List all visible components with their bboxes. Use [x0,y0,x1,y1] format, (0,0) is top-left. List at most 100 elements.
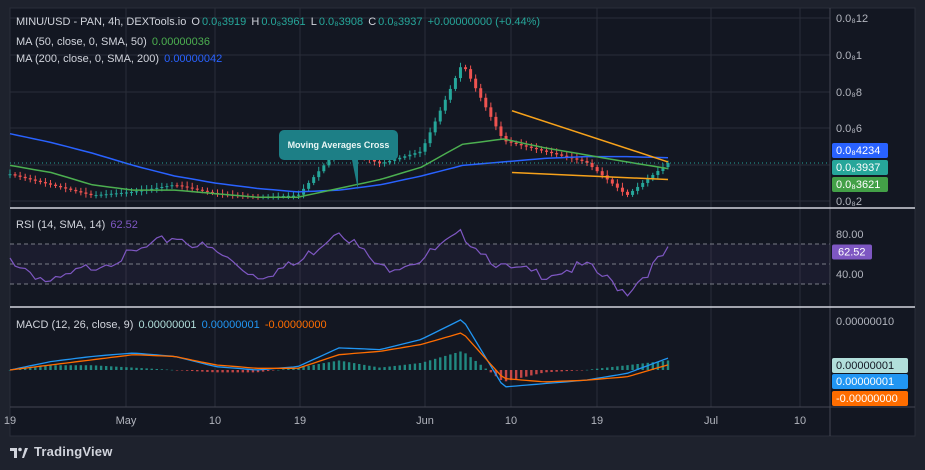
high-label: H [251,16,260,28]
macd-histogram-bar [64,365,67,370]
macd-histogram-bar [160,369,164,370]
ma50-label: MA (50, close, 0, SMA, 50) [16,36,147,48]
price-badge-text: 0.0₈4234 [836,145,880,157]
macd-histogram-bar [211,370,214,373]
macd-histogram-bar [398,365,401,370]
macd-histogram-bar [393,365,396,370]
candle-body [312,177,316,183]
macd-histogram-bar [504,370,508,382]
ma50-value: 0.00000036 [151,36,211,48]
macd-histogram-bar [226,370,229,373]
candle-body [322,165,326,172]
time-tick-label: 10 [209,415,221,427]
macd-badge-text: 0.00000001 [836,376,894,388]
price-tick-label: 0.0₈12 [836,13,868,25]
candle-body [327,159,331,166]
macd-badge-text: -0.00000000 [836,393,898,405]
candle-body [666,163,670,168]
open-label: O [191,16,200,28]
candle-body [104,194,108,196]
candle-body [524,145,528,147]
macd-histogram-bar [165,369,169,371]
macd-tick-label: 0.00000010 [836,316,894,328]
candle-body [114,193,118,195]
candle-body [469,69,473,79]
candle-body [94,195,98,197]
candle-body [443,99,447,111]
macd-histogram-bar [130,367,133,370]
chart-frame [9,7,916,437]
macd-histogram-bar [266,370,270,372]
macd-histogram-bar [423,361,427,370]
macd-histogram-bar [69,365,72,370]
macd-histogram-bar [560,370,563,372]
candle-body [195,188,199,190]
macd-histogram-bar [444,355,447,370]
candle-body [79,191,83,193]
macd-histogram-bar [150,368,153,370]
candle-body [656,170,660,175]
macd-histogram-bar [449,354,452,370]
candle-body [43,182,47,184]
candle-body [560,154,564,156]
macd-histogram-bar [454,352,457,370]
candle-body [631,190,635,195]
macd-histogram-bar [656,361,660,370]
candle-body [119,192,123,194]
chart-grid [9,7,916,437]
candle-body [69,188,73,190]
macd-histogram-bar [601,368,604,370]
macd-histogram-bar [49,365,52,370]
macd-badge-text: 0.00000001 [836,360,894,372]
macd-histogram-bar [388,366,391,370]
macd-histogram-bar [403,364,406,370]
macd-histogram-bar [261,370,265,372]
macd-histogram-bar [550,370,553,372]
time-tick-label: Jun [416,415,434,427]
macd-histogram-bar [479,364,482,370]
candle-body [200,189,204,191]
ma200-legend: MA (200, close, 0, SMA, 200) 0.00000042 [16,53,224,65]
candle-body [595,167,599,172]
macd-histogram-bar [327,362,331,370]
macd-histogram-bar [590,369,594,370]
candle-body [458,67,462,79]
chart-canvas: 19 May 10 19 Jun 10 19 Jul 10 0.0₈12 0.0₈1 0.0₈8 0.0… [4,7,916,437]
candle-body [297,194,301,196]
macd-histogram-bar [520,370,523,378]
macd-histogram-bar [135,367,138,370]
candle-body [124,192,128,194]
ma200-label: MA (200, close, 0, SMA, 200) [16,53,160,65]
candle-body [509,141,513,143]
candle-body [484,97,488,108]
macd-histogram-bar [180,370,184,371]
change-value: +0.00000000 (+0.44%) [427,16,541,28]
candle-body [307,182,311,189]
macd-histogram-bar [99,365,103,370]
candle-body [620,187,624,192]
candle-body [423,143,427,152]
candle-body [641,182,645,187]
candle-body [84,192,88,194]
candle-body [438,110,442,122]
candle-body [99,194,103,196]
brand-footer[interactable]: TradingView [10,444,113,459]
time-tick-label: 10 [794,415,806,427]
candle-body [494,116,498,127]
time-tick-label: 19 [294,415,306,427]
macd-histogram-bar [347,362,351,370]
macd-histogram-bar [282,369,285,370]
macd-histogram-bar [621,365,624,370]
price-tick-label: 0.0₈1 [836,50,862,62]
annotation-text: Moving Averages Cross [287,140,390,150]
candle-body [160,187,164,189]
macd-histogram-bar [489,370,493,373]
macd-histogram-bar [378,367,381,370]
candle-body [388,160,392,163]
macd-histogram-bar [337,360,341,370]
macd-histogram-bar [312,364,315,370]
high-value: 0.0₈3961 [261,16,306,28]
annotation-callout[interactable]: Moving Averages Cross [279,130,398,160]
time-tick-label: 19 [4,415,16,427]
macd-histogram-bar [89,365,93,370]
